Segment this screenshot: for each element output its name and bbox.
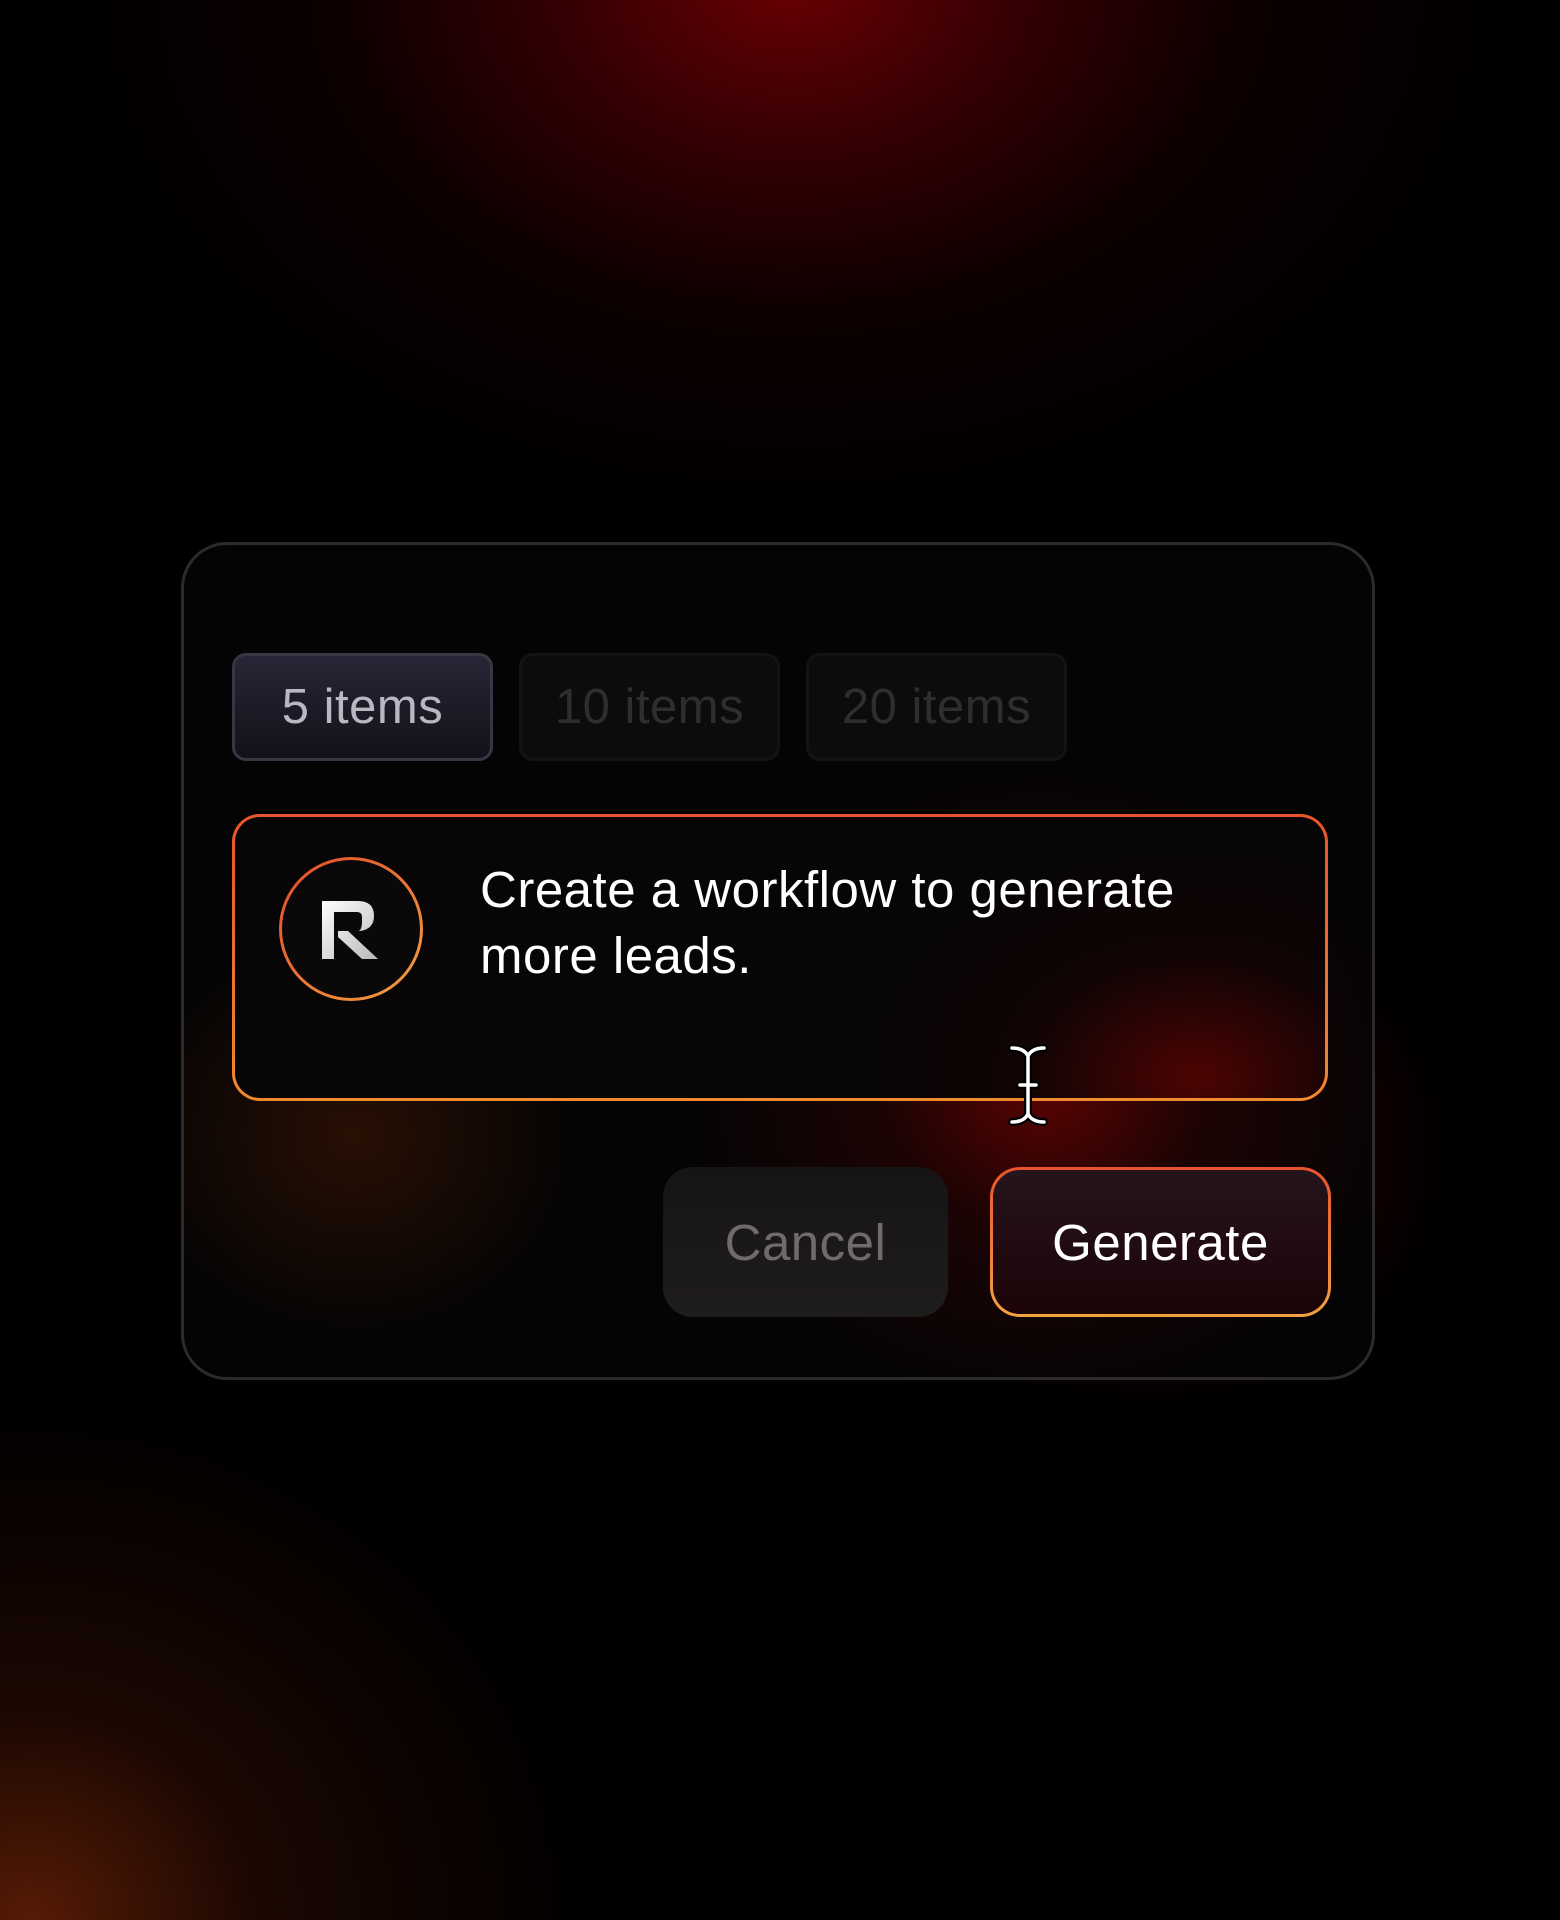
chip-5-items[interactable]: 5 items	[232, 653, 493, 761]
avatar	[279, 857, 423, 1001]
chip-20-items[interactable]: 20 items	[806, 653, 1067, 761]
r-logo-icon	[322, 901, 378, 959]
text-cursor-icon	[1008, 1044, 1048, 1126]
cancel-button[interactable]: Cancel	[663, 1167, 948, 1317]
prompt-text: Create a workflow to generate more leads…	[480, 861, 1175, 984]
chip-10-items[interactable]: 10 items	[519, 653, 780, 761]
prompt-input[interactable]: Create a workflow to generate more leads…	[232, 814, 1328, 1101]
generate-button[interactable]: Generate	[990, 1167, 1331, 1317]
generate-dialog: 5 items 10 items 20 items Create a workf…	[181, 542, 1375, 1380]
